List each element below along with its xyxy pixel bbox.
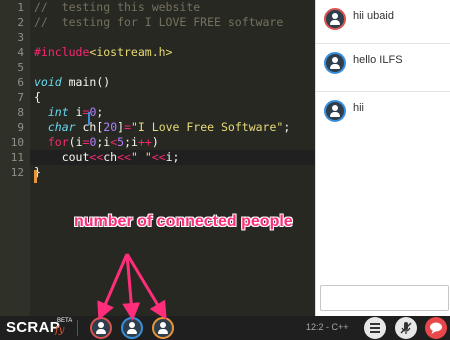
bottom-toolbar: SCRAP BETA fy 12:2 - C++	[0, 316, 450, 340]
line-number: 4	[17, 46, 24, 59]
app-logo-suffix: fy	[55, 325, 65, 336]
code-token: i;	[165, 150, 180, 164]
mic-toggle-button[interactable]	[395, 317, 417, 339]
connected-user-avatar-icon[interactable]	[90, 317, 112, 339]
line-number-gutter: 1 2 3 4 5 6 7 8 9 10 11 12	[0, 0, 30, 316]
code-token: cout	[34, 150, 90, 164]
code-token: {	[34, 90, 41, 104]
text-cursor	[34, 170, 37, 183]
line-number: 7	[17, 91, 24, 104]
line-number: 9	[17, 121, 24, 134]
user-avatar-icon	[324, 100, 346, 122]
code-token: char	[47, 120, 76, 134]
connected-user-avatar-icon[interactable]	[121, 317, 143, 339]
code-line: // testing this website	[34, 0, 315, 15]
code-area[interactable]: // testing this website// testing for I …	[34, 0, 315, 316]
beta-badge: BETA	[57, 318, 73, 324]
user-avatar-icon	[324, 8, 346, 30]
code-token: <iostream.h>	[89, 45, 173, 59]
code-token: #include	[34, 45, 90, 59]
chat-panel: hii ubaid hello ILFS hii	[315, 0, 450, 316]
code-token: void	[34, 75, 62, 89]
code-token: // testing for I LOVE FREE software	[34, 15, 284, 29]
line-number: 12	[10, 166, 24, 179]
line-number: 3	[17, 31, 24, 44]
user-avatar-icon	[324, 52, 346, 74]
code-line: }	[34, 165, 315, 180]
code-token: ;i	[96, 135, 111, 149]
line-number: 2	[17, 16, 24, 29]
code-token: " "	[130, 150, 152, 164]
chat-toggle-button[interactable]	[425, 317, 447, 339]
menu-button[interactable]	[364, 317, 386, 339]
chat-input[interactable]	[320, 285, 449, 311]
code-token: =	[124, 120, 131, 134]
code-line: #include<iostream.h>	[34, 45, 315, 60]
code-token: ;i	[124, 135, 138, 149]
line-number: 5	[17, 61, 24, 74]
code-token: int	[47, 105, 69, 119]
code-line: char ch[20]="I Love Free Software";	[34, 120, 315, 135]
chat-message: hii ubaid	[316, 0, 450, 44]
code-token: ;	[283, 120, 291, 134]
code-token: 20	[103, 120, 118, 134]
code-line: int i=0;	[34, 105, 315, 120]
code-editor[interactable]: 1 2 3 4 5 6 7 8 9 10 11 12 // testing this website /…	[0, 0, 315, 316]
code-token: (i	[68, 135, 83, 149]
code-token: <<	[117, 150, 131, 164]
code-line: // testing for I LOVE FREE software	[34, 15, 315, 30]
line-number: 11	[10, 151, 24, 164]
chat-message: hello ILFS	[316, 44, 450, 92]
code-line: void main()	[34, 75, 315, 90]
code-token: main()	[61, 75, 111, 89]
chat-message-text: hii	[353, 102, 365, 114]
code-token: i	[68, 105, 83, 119]
chat-message-text: hii ubaid	[353, 10, 394, 22]
code-token: <<	[151, 150, 166, 164]
code-token: ;	[96, 105, 104, 119]
connected-user-avatar-icon[interactable]	[152, 317, 174, 339]
app-logo: SCRAP	[6, 319, 61, 336]
code-line: cout<<ch<<" "<<i;	[34, 150, 315, 165]
code-token: <<	[89, 150, 104, 164]
chat-message-text: hello ILFS	[353, 54, 403, 66]
code-token: ch	[103, 150, 118, 164]
code-token: ++	[137, 135, 152, 149]
code-token: )	[151, 135, 159, 149]
toolbar-divider	[77, 320, 78, 336]
code-token: for	[47, 135, 69, 149]
code-line: for(i=0;i<5;i++)	[34, 135, 315, 150]
mic-muted-icon	[400, 322, 412, 334]
line-number: 6	[17, 76, 24, 89]
chat-message: hii	[316, 92, 450, 136]
annotation-label: number of connected people	[74, 213, 293, 230]
code-line: {	[34, 90, 315, 105]
line-number: 8	[17, 106, 24, 119]
code-token: // testing this website	[34, 0, 201, 14]
remote-cursor	[88, 112, 90, 125]
cursor-position-language-status: 12:2 - C++	[306, 322, 349, 332]
code-token: "I Love Free Software"	[131, 120, 284, 134]
line-number: 1	[17, 1, 24, 14]
chat-bubble-icon	[430, 322, 442, 334]
line-number: 10	[10, 136, 24, 149]
